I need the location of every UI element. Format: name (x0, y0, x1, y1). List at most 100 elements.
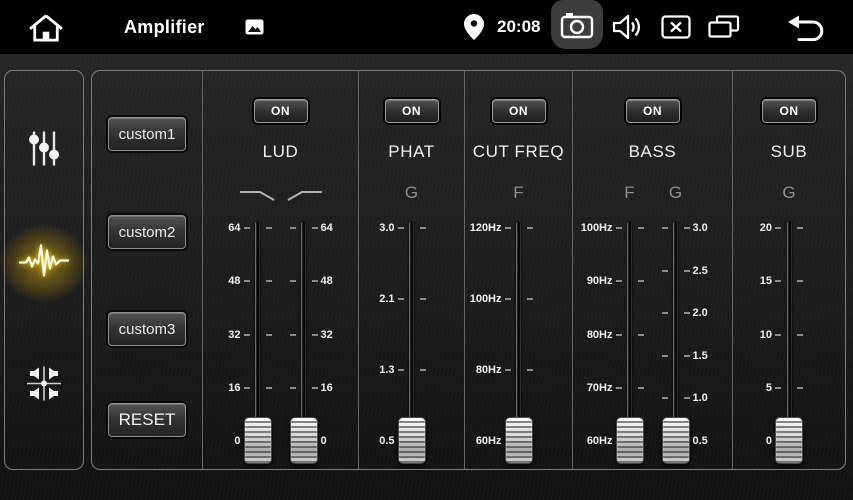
slider-group: F100Hz90Hz80Hz70Hz60HzG3.02.52.01.51.00.… (573, 216, 732, 466)
tick-label: 0.5 (379, 434, 394, 448)
tick-dash (797, 387, 803, 389)
close-window-button[interactable] (661, 15, 691, 39)
tick-dash (420, 369, 426, 371)
tick-label: 100Hz (470, 292, 502, 306)
content-area: custom1 custom2 custom3 RESET ON LUD 64 48 3… (0, 54, 853, 500)
preset-custom1-button[interactable]: custom1 (108, 117, 186, 151)
tick-dash (505, 298, 511, 300)
reset-button[interactable]: RESET (108, 403, 186, 437)
tick-dash (662, 227, 668, 229)
slider-group: 644832160644832160 (203, 216, 358, 466)
slider-thumb[interactable] (505, 417, 533, 464)
tick-label: 48 (228, 274, 240, 288)
channel-bass: ONBASSF100Hz90Hz80Hz70Hz60HzG3.02.52.01.… (572, 71, 732, 469)
amplifier-panel: custom1 custom2 custom3 RESET ON LUD 64 48 3… (91, 70, 846, 470)
slider-thumb[interactable] (616, 417, 644, 464)
on-button-cut-freq[interactable]: ON (492, 99, 546, 123)
page-title: Amplifier (124, 0, 205, 54)
tick-dash (638, 387, 644, 389)
camera-button[interactable] (551, 0, 603, 49)
tick-dash (505, 227, 511, 229)
tick-dash (312, 387, 318, 389)
tick-label: 2.5 (693, 264, 708, 278)
on-button-bass[interactable]: ON (626, 99, 680, 123)
tick-dash (266, 227, 272, 229)
tick-label: 16 (228, 381, 240, 395)
on-button-sub[interactable]: ON (762, 99, 816, 123)
back-button[interactable] (786, 14, 826, 41)
tick-dash (398, 227, 404, 229)
slider-thumb[interactable] (398, 417, 426, 464)
channel-title: BASS (573, 142, 732, 162)
tick-label: 0 (766, 434, 772, 448)
preset-custom3-button[interactable]: custom3 (108, 312, 186, 346)
tick-dash (290, 280, 296, 282)
tick-label: 1.5 (693, 349, 708, 363)
tick-label: 32 (321, 328, 333, 342)
tick-dash (684, 227, 690, 229)
tick-label: 80Hz (476, 363, 502, 377)
tick-label: 80Hz (587, 328, 613, 342)
tick-dash (312, 227, 318, 229)
volume-button[interactable] (612, 14, 642, 40)
channel-sub: ONSUBG20151050 (732, 71, 845, 469)
channel-title: SUB (733, 142, 845, 162)
tick-label: 10 (760, 328, 772, 342)
slider-bass-f: F100Hz90Hz80Hz70Hz60Hz (607, 216, 653, 466)
param-label: F (607, 183, 653, 203)
tick-label: 3.0 (379, 221, 394, 235)
tick-label: 0.5 (693, 434, 708, 448)
slider-thumb[interactable] (775, 417, 803, 464)
equalizer-sliders-icon (26, 129, 62, 169)
tick-dash (505, 369, 511, 371)
tick-dash (266, 280, 272, 282)
tick-dash (684, 397, 690, 399)
tick-dash (684, 270, 690, 272)
tick-label: 120Hz (470, 221, 502, 235)
tick-label: 100Hz (581, 221, 613, 235)
status-bar: Amplifier 20:08 (0, 0, 853, 54)
recent-apps-icon (708, 15, 740, 39)
volume-icon (612, 14, 642, 40)
tick-label: 2.1 (379, 292, 394, 306)
on-button-lud[interactable]: ON (254, 99, 308, 123)
speaker-balance-icon (25, 365, 63, 403)
slider-cut-freq-f: F120Hz100Hz80Hz60Hz (496, 216, 542, 466)
tick-label: 0 (321, 434, 327, 448)
tick-label: 64 (321, 221, 333, 235)
lowpass-curve (238, 189, 278, 203)
back-icon (786, 14, 826, 41)
channel-title: PHAT (359, 142, 464, 162)
preset-custom2-button[interactable]: custom2 (108, 215, 186, 249)
tick-dash (662, 355, 668, 357)
tick-dash (420, 298, 426, 300)
slider-thumb[interactable] (662, 417, 690, 464)
location-pin-icon (464, 14, 484, 40)
slider-thumb[interactable] (244, 417, 272, 464)
location-indicator (464, 14, 484, 40)
gallery-button[interactable] (245, 19, 264, 35)
tick-dash (244, 387, 250, 389)
on-button-phat[interactable]: ON (385, 99, 439, 123)
home-button[interactable] (27, 12, 65, 42)
tick-dash (290, 334, 296, 336)
tick-dash (662, 312, 668, 314)
sidebar-item-equalizer[interactable] (26, 129, 62, 174)
tick-dash (616, 387, 622, 389)
sidebar-item-balance-fader[interactable] (25, 365, 63, 408)
tick-dash (266, 334, 272, 336)
tick-label: 2.0 (693, 306, 708, 320)
tick-dash (797, 227, 803, 229)
channel-title: LUD (203, 142, 358, 162)
tick-label: 32 (228, 328, 240, 342)
tick-dash (775, 280, 781, 282)
slider-thumb[interactable] (290, 417, 318, 464)
recent-apps-button[interactable] (708, 15, 740, 39)
tick-dash (775, 387, 781, 389)
tick-dash (312, 280, 318, 282)
tick-dash (775, 334, 781, 336)
tick-label: 1.3 (379, 363, 394, 377)
tick-dash (244, 334, 250, 336)
sidebar-item-sound-effect[interactable] (19, 241, 69, 286)
channel-cut-freq: ONCUT FREQF120Hz100Hz80Hz60Hz (464, 71, 572, 469)
